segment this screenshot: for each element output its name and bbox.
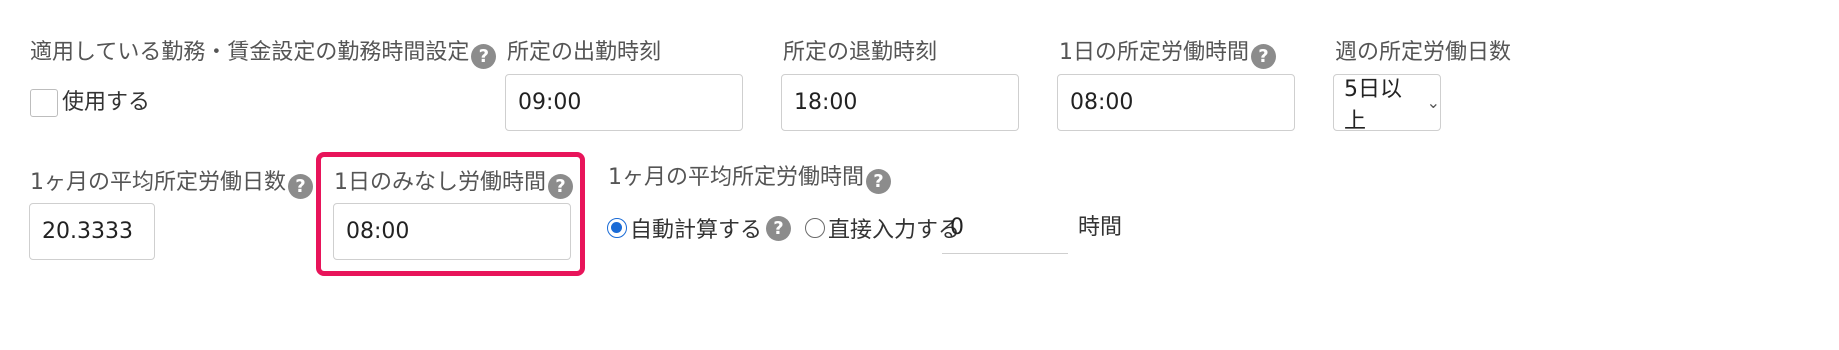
question-circle-icon[interactable]: ? <box>1251 44 1276 69</box>
deemed-hours-label: 1日のみなし労働時間? <box>334 168 573 199</box>
manual-hours-input[interactable]: 0 <box>942 210 1068 254</box>
use-setting-checkbox-row[interactable]: 使用する <box>30 88 150 118</box>
chevron-down-icon: ⌄ <box>1426 93 1440 112</box>
start-time-input[interactable]: 09:00 <box>505 74 743 131</box>
monthly-avg-days-input[interactable]: 20.3333 <box>29 203 155 260</box>
daily-hours-label: 1日の所定労働時間? <box>1059 38 1276 69</box>
auto-calc-label[interactable]: 自動計算する <box>630 212 762 244</box>
hours-unit-label: 時間 <box>1078 215 1123 240</box>
deemed-hours-input[interactable]: 08:00 <box>333 203 571 260</box>
weekly-days-select[interactable]: 5日以上 ⌄ <box>1333 74 1441 134</box>
start-time-label: 所定の出勤時刻 <box>507 40 662 65</box>
question-circle-icon[interactable]: ? <box>866 169 891 194</box>
use-setting-checkbox[interactable] <box>30 89 58 117</box>
weekly-days-selected-value: 5日以上 <box>1344 76 1402 134</box>
weekly-days-label: 週の所定労働日数 <box>1335 40 1512 65</box>
question-circle-icon[interactable]: ? <box>288 174 313 199</box>
manual-input-radio[interactable] <box>805 218 826 238</box>
question-circle-icon[interactable]: ? <box>548 174 573 199</box>
use-setting-checkbox-label: 使用する <box>62 90 151 115</box>
daily-hours-input[interactable]: 08:00 <box>1057 74 1295 131</box>
work-time-setting-label: 適用している勤務・賃金設定の勤務時間設定? <box>30 38 497 69</box>
question-circle-icon[interactable]: ? <box>766 215 792 241</box>
monthly-avg-hours-label: 1ヶ月の平均所定労働時間? <box>608 163 891 194</box>
monthly-avg-days-label: 1ヶ月の平均所定労働日数? <box>30 168 313 199</box>
auto-calc-radio[interactable] <box>607 218 627 238</box>
manual-input-label[interactable]: 直接入力する <box>828 212 960 244</box>
monthly-avg-hours-options: 自動計算する ? 直接入力する <box>607 212 960 244</box>
end-time-label: 所定の退勤時刻 <box>783 40 938 65</box>
end-time-input[interactable]: 18:00 <box>781 74 1019 131</box>
question-circle-icon[interactable]: ? <box>471 44 497 69</box>
